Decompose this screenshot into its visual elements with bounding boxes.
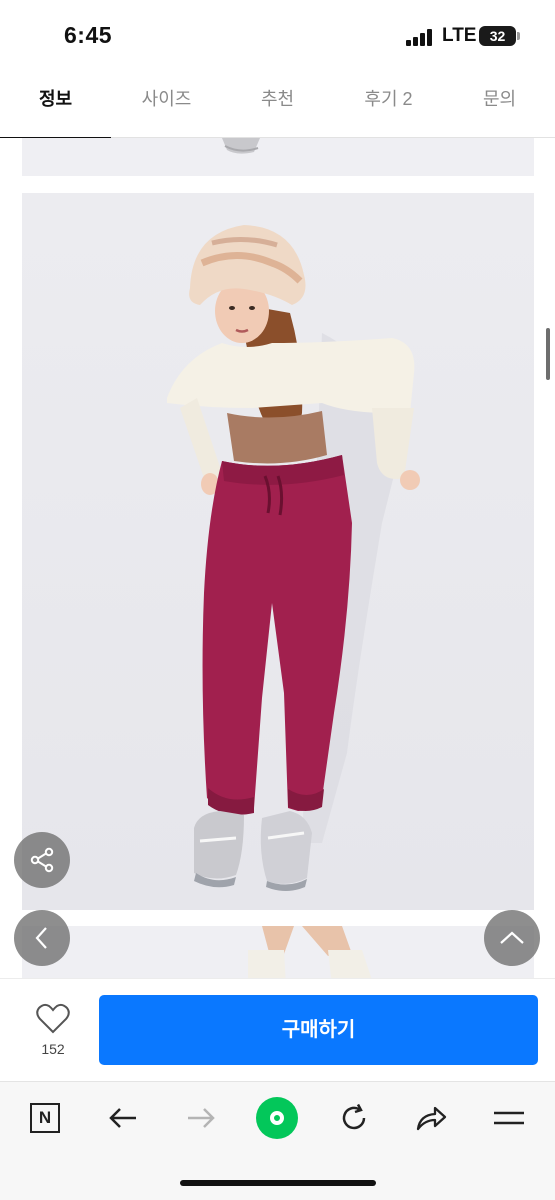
share-nodes-icon [30,847,54,873]
tab-size[interactable]: 사이즈 [111,72,222,138]
battery-icon: 32 [479,26,516,46]
back-arrow-icon [109,1108,136,1128]
status-time: 6:45 [64,22,113,48]
network-label: LTE [442,25,477,46]
product-photo-main [22,193,534,910]
scroll-top-button[interactable] [484,910,540,966]
naver-home-button[interactable]: N [21,1098,69,1138]
share-button[interactable] [14,832,70,888]
battery-tip [517,32,520,40]
chevron-left-icon [35,927,47,949]
green-dot-icon [256,1097,298,1139]
share-page-button[interactable] [407,1098,455,1138]
back-button[interactable] [99,1098,147,1138]
next-product-image [22,926,534,978]
refresh-icon [342,1103,366,1130]
tab-info[interactable]: 정보 [0,72,111,139]
share-icon [416,1106,447,1131]
tab-inquiry[interactable]: 문의 [444,72,555,138]
prev-button[interactable] [14,910,70,966]
like-button[interactable]: 152 [22,1001,84,1063]
tab-recommend[interactable]: 추천 [222,72,333,138]
naver-n-icon: N [30,1103,60,1133]
scroll-indicator[interactable] [546,328,550,380]
forward-arrow-icon [188,1108,215,1128]
product-tabs: 정보 사이즈 추천 후기 2 문의 [0,72,555,139]
status-bar: 6:45 LTE 32 [0,0,555,72]
menu-icon [494,1111,524,1125]
previous-product-image [22,138,534,176]
tab-reviews[interactable]: 후기 2 [333,72,444,138]
buy-button[interactable]: 구매하기 [99,995,538,1065]
purchase-bar: 152 구매하기 [0,978,555,1081]
like-count: 152 [41,1041,65,1057]
menu-button[interactable] [485,1098,533,1138]
refresh-button[interactable] [330,1098,378,1138]
heart-icon [36,1003,70,1034]
product-detail-content[interactable] [0,138,555,978]
chevron-up-icon [500,931,524,944]
green-dot-button[interactable] [253,1097,301,1139]
home-indicator [180,1180,376,1186]
signal-icon [406,28,436,46]
forward-button[interactable] [177,1098,225,1138]
